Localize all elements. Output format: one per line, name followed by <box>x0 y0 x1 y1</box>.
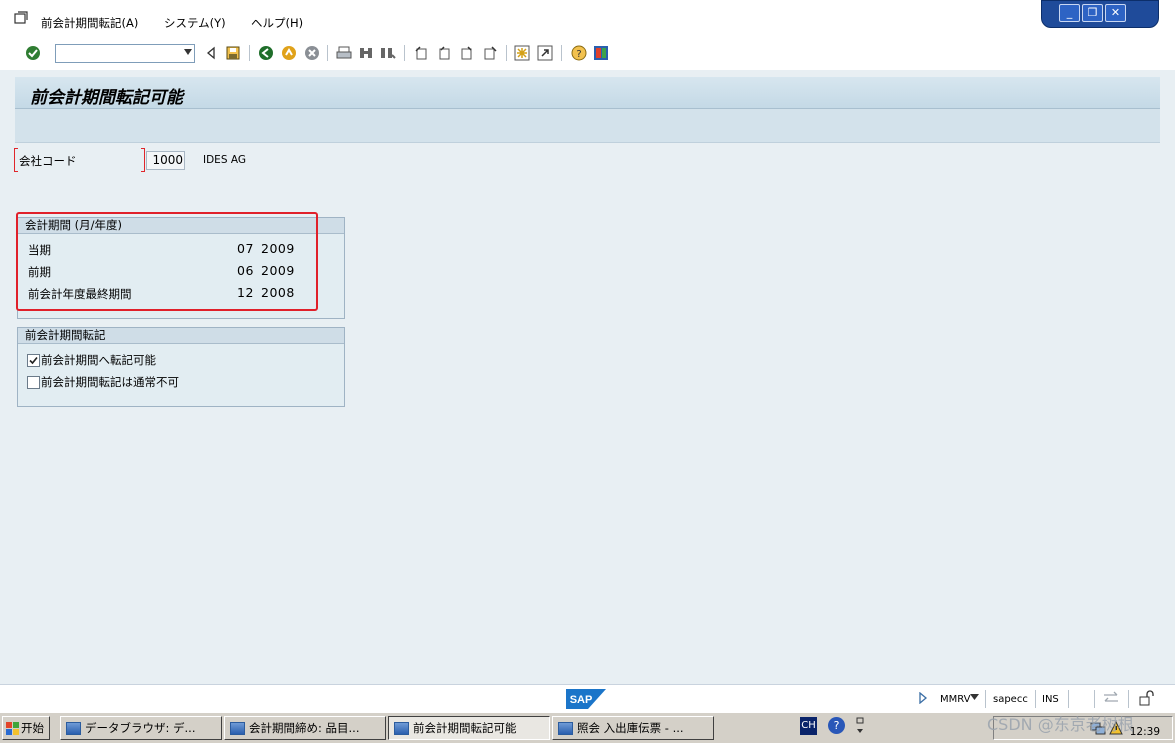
svg-text:SAP: SAP <box>570 694 593 706</box>
toolbar-separator <box>327 45 328 61</box>
close-icon[interactable]: ✕ <box>1105 4 1126 22</box>
status-separator <box>1068 690 1069 708</box>
start-label: 开始 <box>21 721 44 735</box>
check-icon[interactable] <box>25 45 41 61</box>
back-arrow-icon[interactable] <box>203 45 219 61</box>
chevron-down-icon[interactable] <box>970 694 979 700</box>
company-code-label: 会社コード <box>19 154 77 168</box>
status-expand-icon[interactable] <box>918 692 928 704</box>
help-icon[interactable]: ? <box>828 717 845 734</box>
sap-window-icon <box>66 722 81 735</box>
find-next-icon[interactable] <box>380 45 396 61</box>
unlock-icon[interactable] <box>1138 690 1154 706</box>
application-toolbar <box>15 109 1160 143</box>
clock[interactable]: 12:39 <box>1130 726 1160 738</box>
last-page-icon[interactable] <box>482 45 498 61</box>
watermark: CSDN @东京老树根 <box>987 715 1134 734</box>
toolbar-separator <box>249 45 250 61</box>
save-icon[interactable] <box>225 45 241 61</box>
system-name: sapecc <box>993 694 1028 705</box>
taskbar-item-data-browser[interactable]: データブラウザ: デ... <box>60 716 222 740</box>
taskbar-item-label: 照会 入出庫伝票 - ... <box>577 721 684 735</box>
sap-window-icon <box>394 722 409 735</box>
checkmark-icon <box>29 356 38 365</box>
back-icon[interactable] <box>258 45 274 61</box>
first-page-icon[interactable] <box>414 45 430 61</box>
taskbar-item-label: データブラウザ: デ... <box>85 721 196 735</box>
print-icon[interactable] <box>336 45 352 61</box>
company-code-field[interactable]: 1000 <box>146 151 185 170</box>
start-button[interactable]: 开始 <box>2 716 50 740</box>
status-separator <box>1128 690 1129 708</box>
menu-help[interactable]: ヘルプ(H) <box>251 15 303 31</box>
command-field[interactable] <box>55 44 195 63</box>
sap-window-icon <box>230 722 245 735</box>
toolbar-separator <box>561 45 562 61</box>
disallow-posting-label: 前会計期間転記は通常不可 <box>41 375 179 389</box>
shortcut-icon[interactable] <box>537 45 553 61</box>
help-icon[interactable]: ? <box>571 45 587 61</box>
svg-text:?: ? <box>576 49 581 60</box>
sap-window-icon <box>558 722 573 735</box>
window-controls: _ ❐ ✕ <box>1041 0 1159 28</box>
main-area: 前会計期間転記可能 会社コード 1000 IDES AG 会計期間 (月/年度)… <box>0 70 1175 684</box>
company-name: IDES AG <box>203 154 246 166</box>
taskbar-item-label: 会計期間締め: 品目... <box>249 721 360 735</box>
standard-toolbar: ? <box>0 38 1175 71</box>
toolbar-separator <box>404 45 405 61</box>
prev-page-icon[interactable] <box>437 45 453 61</box>
exit-icon[interactable] <box>281 45 297 61</box>
minimize-icon[interactable]: _ <box>1059 4 1080 22</box>
ime-options-icon[interactable] <box>855 717 865 735</box>
windows-logo-icon <box>6 722 19 735</box>
new-session-icon[interactable] <box>514 45 530 61</box>
restore-icon[interactable]: ❐ <box>1082 4 1103 22</box>
page-title: 前会計期間転記可能 <box>30 88 183 108</box>
allow-posting-checkbox[interactable] <box>27 354 40 367</box>
highlight-annotation <box>16 212 318 311</box>
transaction-code: MMRV <box>940 694 971 705</box>
posting-group-header: 前会計期間転記 <box>18 328 344 344</box>
find-icon[interactable] <box>358 45 374 61</box>
status-bar: SAP MMRV sapecc INS <box>0 684 1175 713</box>
chevron-down-icon[interactable] <box>184 49 192 55</box>
cancel-icon[interactable] <box>304 45 320 61</box>
sap-logo: SAP <box>566 689 606 709</box>
posting-group: 前会計期間転記 前会計期間へ転記可能 前会計期間転記は通常不可 <box>17 327 345 407</box>
menu-bar: 前会計期間転記(A) システム(Y) ヘルプ(H) _ ❐ ✕ <box>0 0 1175 39</box>
input-language-indicator[interactable]: CH <box>800 717 817 735</box>
status-separator <box>985 690 986 708</box>
taskbar-item-material-document[interactable]: 照会 入出庫伝票 - ... <box>552 716 714 740</box>
customize-layout-icon[interactable] <box>593 45 609 61</box>
toolbar-separator <box>506 45 507 61</box>
taskbar-item-prior-period-posting[interactable]: 前会計期間転記可能 <box>388 716 550 740</box>
required-field-bracket-left <box>14 148 18 172</box>
next-page-icon[interactable] <box>459 45 475 61</box>
menu-posting[interactable]: 前会計期間転記(A) <box>41 15 138 31</box>
insert-mode[interactable]: INS <box>1042 694 1059 705</box>
allow-posting-label: 前会計期間へ転記可能 <box>41 353 156 367</box>
system-menu-icon[interactable] <box>14 11 28 24</box>
status-separator <box>1035 690 1036 708</box>
menu-system[interactable]: システム(Y) <box>164 15 226 31</box>
title-bar: 前会計期間転記可能 <box>15 77 1160 109</box>
taskbar-item-period-close[interactable]: 会計期間締め: 品目... <box>224 716 386 740</box>
connection-icon <box>1104 691 1118 702</box>
required-field-bracket-right <box>141 148 145 172</box>
taskbar-item-label: 前会計期間転記可能 <box>413 721 517 735</box>
status-separator <box>1094 690 1095 708</box>
disallow-posting-checkbox[interactable] <box>27 376 40 389</box>
